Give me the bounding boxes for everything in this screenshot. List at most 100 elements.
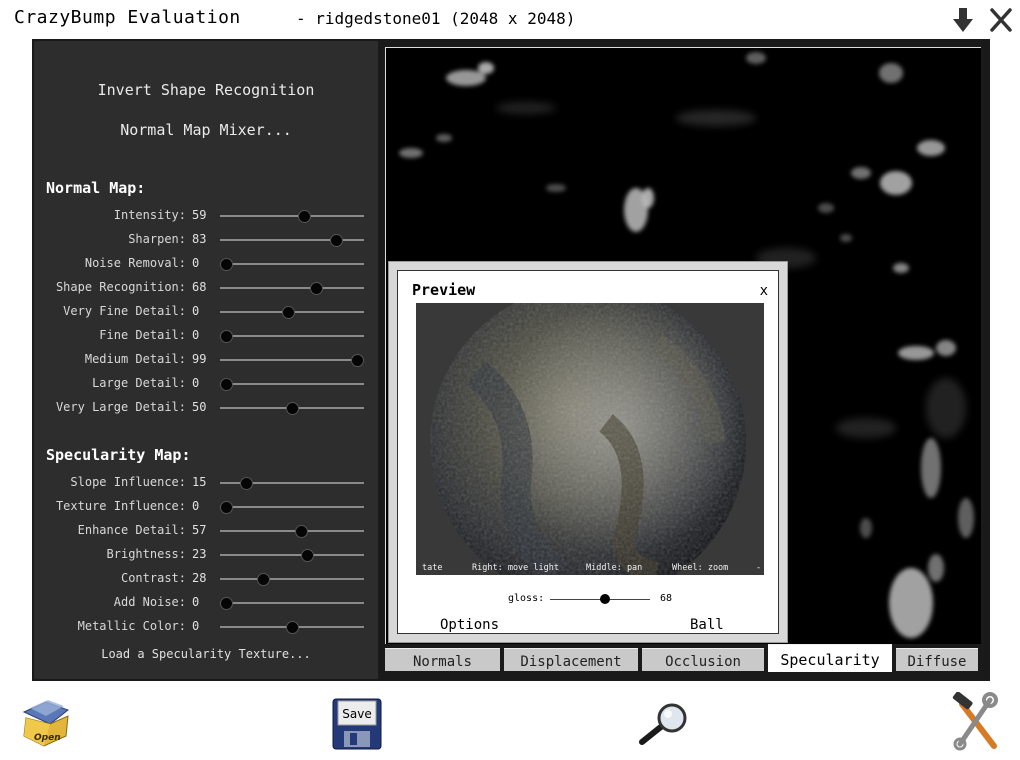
slider-row: Fine Detail: 0	[34, 326, 378, 346]
slider-track[interactable]	[220, 263, 364, 265]
slider-track[interactable]	[220, 359, 364, 361]
slider-value: 0	[192, 328, 200, 342]
slider-value: 28	[192, 571, 207, 585]
magnifier-icon[interactable]	[638, 702, 690, 746]
slider-track[interactable]	[220, 506, 364, 508]
slider-knob[interactable]	[297, 210, 311, 223]
preview-panel: Preview x tate Right: move light Middle:…	[397, 270, 779, 634]
gloss-label: gloss:	[508, 593, 545, 604]
ball-button[interactable]: Ball	[690, 617, 724, 633]
tools-icon[interactable]	[950, 691, 1000, 752]
slider-row: Add Noise: 0	[34, 593, 378, 613]
slider-track[interactable]	[220, 530, 364, 532]
preview-close-button[interactable]: x	[760, 283, 768, 299]
tab-diffuse[interactable]: Diffuse	[896, 648, 978, 671]
slider-knob[interactable]	[239, 477, 253, 490]
preview-hint-bar: tate Right: move light Middle: pan Wheel…	[416, 561, 764, 575]
slider-knob[interactable]	[309, 282, 323, 295]
slider-value: 23	[192, 547, 207, 561]
save-floppy-icon[interactable]: Save	[332, 698, 382, 750]
slider-row: Texture Influence: 0	[34, 497, 378, 517]
slider-row: Slope Influence: 15	[34, 473, 378, 493]
slider-label: Contrast:	[120, 571, 186, 585]
slider-label: Intensity:	[113, 208, 186, 222]
slider-knob[interactable]	[286, 621, 299, 634]
slider-value: 99	[192, 352, 207, 366]
slider-value: 0	[192, 619, 200, 633]
slider-track[interactable]	[220, 215, 364, 217]
options-button[interactable]: Options	[440, 617, 499, 633]
slider-label: Noise Removal:	[84, 256, 186, 270]
preview-ball-view[interactable]: tate Right: move light Middle: pan Wheel…	[416, 303, 764, 575]
slider-row: Very Large Detail: 50	[34, 398, 378, 418]
normal-map-heading: Normal Map:	[46, 179, 146, 197]
slider-label: Slope Influence:	[70, 475, 186, 489]
gloss-slider-knob[interactable]	[600, 594, 610, 604]
slider-track[interactable]	[220, 602, 364, 604]
stone-ball-image	[416, 303, 764, 575]
gloss-value: 68	[660, 593, 673, 604]
normal-map-mixer-button[interactable]: Normal Map Mixer...	[34, 121, 378, 139]
slider-label: Fine Detail:	[99, 328, 186, 342]
slider-knob[interactable]	[220, 378, 233, 391]
hint-end: -	[756, 563, 762, 573]
tab-specularity[interactable]: Specularity	[768, 644, 892, 672]
preview-window[interactable]: Preview x tate Right: move light Middle:…	[388, 261, 788, 643]
slider-label: Enhance Detail:	[77, 523, 186, 537]
settings-panel: Invert Shape Recognition Normal Map Mixe…	[34, 41, 378, 679]
close-icon[interactable]	[988, 6, 1014, 34]
slider-row: Shape Recognition: 68	[34, 278, 378, 298]
load-specularity-texture-button[interactable]: Load a Specularity Texture...	[34, 647, 378, 661]
slider-row: Contrast: 28	[34, 569, 378, 589]
slider-row: Medium Detail: 99	[34, 350, 378, 370]
slider-row: Intensity: 59	[34, 206, 378, 226]
slider-knob[interactable]	[300, 549, 314, 562]
slider-label: Texture Influence:	[55, 499, 186, 513]
slider-track[interactable]	[220, 383, 364, 385]
slider-knob[interactable]	[350, 354, 364, 367]
slider-value: 0	[192, 376, 200, 390]
slider-knob[interactable]	[295, 525, 309, 538]
slider-label: Add Noise:	[113, 595, 186, 609]
slider-knob[interactable]	[220, 501, 233, 514]
specularity-map-heading: Specularity Map:	[46, 446, 191, 464]
slider-value: 57	[192, 523, 207, 537]
tab-displacement[interactable]: Displacement	[504, 648, 638, 671]
slider-knob[interactable]	[220, 258, 233, 271]
open-folder-icon[interactable]: Open	[20, 694, 74, 750]
hint-middle: Middle: pan	[586, 563, 643, 573]
slider-row: Very Fine Detail: 0	[34, 302, 378, 322]
slider-knob[interactable]	[220, 330, 233, 343]
file-name: - ridgedstone01 (2048 x 2048)	[296, 9, 576, 28]
slider-label: Very Fine Detail:	[63, 304, 186, 318]
preview-title: Preview	[412, 281, 476, 299]
open-label: Open	[34, 733, 61, 743]
invert-shape-button[interactable]: Invert Shape Recognition	[34, 81, 378, 99]
slider-label: Sharpen:	[128, 232, 186, 246]
slider-track[interactable]	[220, 578, 364, 580]
slider-track[interactable]	[220, 287, 364, 289]
slider-value: 0	[192, 595, 200, 609]
slider-track[interactable]	[220, 335, 364, 337]
slider-value: 0	[192, 304, 200, 318]
slider-label: Large Detail:	[92, 376, 186, 390]
tab-normals[interactable]: Normals	[385, 648, 500, 671]
slider-value: 0	[192, 499, 200, 513]
slider-label: Shape Recognition:	[55, 280, 186, 294]
hint-wheel: Wheel: zoom	[672, 563, 729, 573]
slider-knob[interactable]	[329, 234, 343, 247]
slider-value: 59	[192, 208, 207, 222]
slider-knob[interactable]	[286, 402, 299, 415]
slider-knob[interactable]	[220, 597, 233, 610]
slider-track[interactable]	[220, 554, 364, 556]
download-arrow-icon[interactable]	[950, 6, 976, 34]
hint-right: Right: move light	[472, 563, 559, 573]
slider-knob[interactable]	[282, 306, 296, 319]
slider-value: 0	[192, 256, 200, 270]
slider-label: Brightness:	[106, 547, 186, 561]
slider-value: 15	[192, 475, 207, 489]
slider-value: 83	[192, 232, 207, 246]
slider-knob[interactable]	[256, 573, 270, 586]
tab-occlusion[interactable]: Occlusion	[642, 648, 764, 671]
slider-label: Very Large Detail:	[55, 400, 186, 414]
